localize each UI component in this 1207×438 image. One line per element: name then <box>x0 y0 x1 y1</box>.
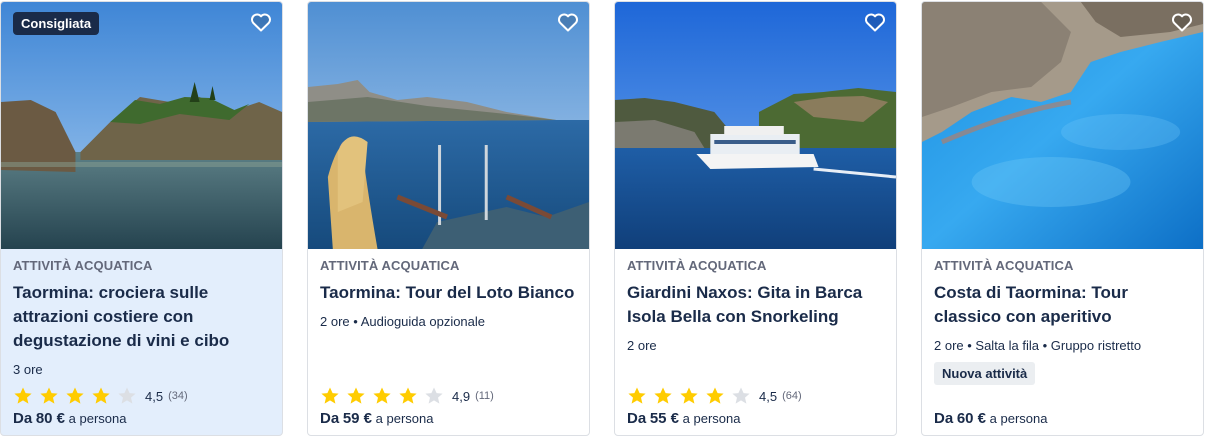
price-amount: 59 € <box>342 410 373 427</box>
activity-category: ATTIVITÀ ACQUATICA <box>934 258 1074 273</box>
boat-bow-photo <box>308 2 589 249</box>
price: Da 59 € a persona <box>320 410 433 428</box>
price: Da 80 € a persona <box>13 410 126 428</box>
review-count: (64) <box>782 390 802 402</box>
star-filled-icon <box>372 386 392 406</box>
star-filled-icon <box>39 386 59 406</box>
star-filled-icon <box>653 386 673 406</box>
heart-outline-icon <box>865 13 885 32</box>
star-filled-icon <box>91 386 111 406</box>
star-filled-icon <box>705 386 725 406</box>
activity-category: ATTIVITÀ ACQUATICA <box>320 258 460 273</box>
star-empty-icon <box>117 386 137 406</box>
star-filled-icon <box>398 386 418 406</box>
tour-boat-photo <box>615 2 896 249</box>
activity-title[interactable]: Taormina: Tour del Loto Bianco <box>320 281 579 305</box>
star-filled-icon <box>679 386 699 406</box>
rating: 4,5 (64) <box>627 386 802 406</box>
price-suffix: a persona <box>375 411 434 426</box>
price-suffix: a persona <box>68 411 127 426</box>
rating: 4,9 (11) <box>320 386 494 406</box>
activity-title[interactable]: Giardini Naxos: Gita in Barca Isola Bell… <box>627 281 886 329</box>
price-amount: 80 € <box>35 410 66 427</box>
price: Da 60 € a persona <box>934 410 1047 428</box>
activity-details: 2 ore • Salta la fila • Gruppo ristretto <box>934 338 1142 353</box>
price-suffix: a persona <box>989 411 1048 426</box>
price-from-label: Da <box>13 410 33 427</box>
activity-title[interactable]: Taormina: crociera sulle attrazioni cost… <box>13 281 272 353</box>
price-amount: 55 € <box>649 410 680 427</box>
price-suffix: a persona <box>682 411 741 426</box>
activity-photo[interactable]: Consigliata <box>1 2 282 249</box>
activity-card[interactable]: Consigliata ATTIVITÀ ACQUATICA Taormina:… <box>0 1 283 436</box>
activity-card[interactable]: ATTIVITÀ ACQUATICA Taormina: Tour del Lo… <box>307 1 590 436</box>
favorite-button[interactable] <box>556 10 580 34</box>
price-amount: 60 € <box>956 410 987 427</box>
price: Da 55 € a persona <box>627 410 740 428</box>
recommended-badge: Consigliata <box>13 12 100 35</box>
favorite-button[interactable] <box>863 10 887 34</box>
activity-card[interactable]: ATTIVITÀ ACQUATICA Giardini Naxos: Gita … <box>614 1 897 436</box>
activity-photo[interactable] <box>308 2 589 249</box>
coastal-photo <box>1 2 282 249</box>
activity-card-list: Consigliata ATTIVITÀ ACQUATICA Taormina:… <box>0 0 1207 438</box>
review-count: (34) <box>168 390 188 402</box>
price-from-label: Da <box>320 410 340 427</box>
activity-photo[interactable] <box>615 2 896 249</box>
activity-card[interactable]: ATTIVITÀ ACQUATICA Costa di Taormina: To… <box>921 1 1204 436</box>
star-empty-icon <box>424 386 444 406</box>
star-filled-icon <box>320 386 340 406</box>
star-rating <box>320 386 450 406</box>
heart-outline-icon <box>251 13 271 32</box>
rating-score: 4,9 <box>452 388 471 404</box>
activity-duration: 2 ore <box>627 338 657 353</box>
favorite-button[interactable] <box>249 10 273 34</box>
star-rating <box>627 386 757 406</box>
price-from-label: Da <box>627 410 647 427</box>
new-activity-tag: Nuova attività <box>934 362 1036 385</box>
review-count: (11) <box>475 390 494 402</box>
star-empty-icon <box>731 386 751 406</box>
star-filled-icon <box>13 386 33 406</box>
sea-cave-photo <box>922 2 1203 249</box>
price-from-label: Da <box>934 410 954 427</box>
star-filled-icon <box>346 386 366 406</box>
activity-photo[interactable] <box>922 2 1203 249</box>
star-filled-icon <box>65 386 85 406</box>
star-rating <box>13 386 143 406</box>
heart-outline-icon <box>558 13 578 32</box>
activity-duration: 3 ore <box>13 362 43 377</box>
star-filled-icon <box>627 386 647 406</box>
activity-details: 2 ore • Audioguida opzionale <box>320 314 486 329</box>
heart-outline-icon <box>1172 13 1192 32</box>
activity-title[interactable]: Costa di Taormina: Tour classico con ape… <box>934 281 1193 329</box>
activity-category: ATTIVITÀ ACQUATICA <box>627 258 767 273</box>
rating-score: 4,5 <box>759 388 778 404</box>
rating-score: 4,5 <box>145 388 164 404</box>
favorite-button[interactable] <box>1170 10 1194 34</box>
rating: 4,5 (34) <box>13 386 188 406</box>
activity-category: ATTIVITÀ ACQUATICA <box>13 258 153 273</box>
